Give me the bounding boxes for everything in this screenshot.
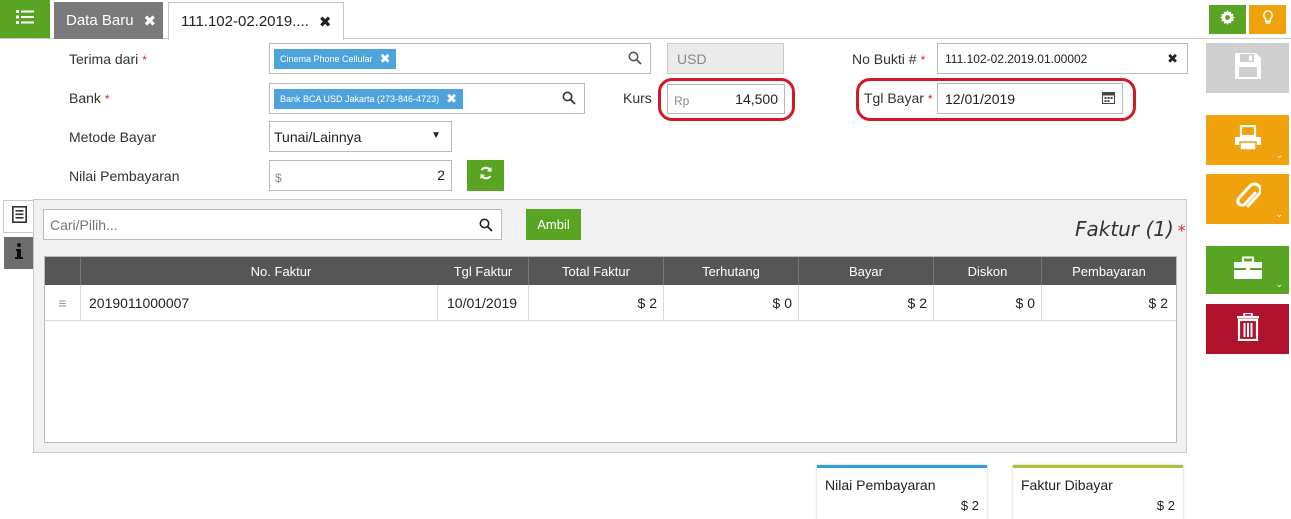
bank-field[interactable]: Bank BCA USD Jakarta (273-846-4723) ✖ (269, 83, 585, 114)
table-cell-terhutang: $ 0 (664, 285, 799, 321)
delete-button[interactable] (1206, 304, 1289, 354)
tab-label: 111.102-02.2019.... (181, 13, 309, 30)
menu-button[interactable] (0, 0, 50, 38)
summary-label: Faktur Dibayar (1021, 477, 1113, 493)
chevron-down-icon: ⌄ (1275, 150, 1283, 160)
summary-value: $ 2 (1156, 498, 1175, 513)
nilai-value: 2 (437, 167, 445, 183)
chevron-down-icon: ⌄ (1275, 279, 1283, 289)
table-cell-no-faktur[interactable]: 2019011000007 (81, 285, 438, 321)
lightbulb-icon (1262, 9, 1274, 30)
search-icon[interactable] (628, 51, 642, 70)
terima-dari-field[interactable]: Cinema Phone Cellular ✖ (269, 43, 651, 74)
column-header-bayar[interactable]: Bayar (799, 257, 934, 285)
currency-prefix: $ (275, 171, 282, 185)
tab-invoice-list[interactable] (3, 200, 34, 233)
tips-button[interactable] (1249, 5, 1286, 34)
chevron-down-icon: ⌄ (1275, 209, 1283, 219)
close-icon[interactable]: ✖ (1167, 51, 1178, 67)
document-list-icon (11, 205, 27, 228)
nilai-pembayaran-field[interactable]: $ 2 (269, 160, 452, 191)
tab-label: Data Baru (66, 12, 134, 29)
printer-icon (1233, 124, 1263, 156)
column-header-no-faktur[interactable]: No. Faktur (81, 257, 482, 285)
kurs-prefix: Rp (674, 94, 690, 108)
invoice-search-field[interactable] (43, 209, 502, 240)
table-cell-bayar[interactable]: $ 2 (799, 285, 934, 321)
table-cell-total-faktur: $ 2 (529, 285, 664, 321)
kurs-field[interactable]: Rp 14,500 (667, 84, 785, 114)
attachment-button[interactable]: ⌄ (1206, 174, 1289, 224)
bank-label: Bank * (69, 90, 110, 106)
drag-handle-icon[interactable]: ≡ (45, 285, 81, 321)
table-header-drag (45, 257, 81, 285)
close-icon[interactable]: ✖ (446, 91, 457, 107)
no-bukti-label: No Bukti # * (852, 51, 926, 67)
settings-button[interactable] (1209, 5, 1246, 34)
currency-field: USD (667, 43, 784, 74)
faktur-title: Faktur (1) * (1075, 217, 1186, 241)
ambil-button[interactable]: Ambil (526, 209, 581, 240)
table-cell-tgl-faktur: 10/01/2019 (438, 285, 529, 321)
search-icon[interactable] (479, 218, 493, 237)
terima-dari-label: Terima dari * (69, 51, 147, 67)
list-menu-icon (16, 9, 34, 30)
print-button[interactable]: ⌄ (1206, 115, 1289, 165)
save-button[interactable] (1206, 43, 1289, 93)
column-header-pembayaran[interactable]: Pembayaran (1042, 257, 1176, 285)
briefcase-button[interactable]: ⌄ (1206, 246, 1289, 294)
summary-value: $ 2 (960, 498, 979, 513)
tab-bar: Data Baru ✖ 111.102-02.2019.... ✖ (0, 0, 1291, 40)
column-header-terhutang[interactable]: Terhutang (664, 257, 799, 285)
close-icon[interactable]: ✖ (144, 12, 157, 30)
search-input[interactable] (44, 210, 464, 239)
no-bukti-field[interactable]: 111.102-02.2019.01.00002 ✖ (937, 43, 1188, 74)
chevron-down-icon: ▼ (431, 130, 441, 141)
close-icon[interactable]: ✖ (380, 51, 391, 67)
table-cell-pembayaran[interactable]: $ 2 (1042, 285, 1176, 321)
tgl-bayar-field[interactable]: 12/01/2019 (937, 83, 1123, 114)
kurs-label: Kurs (623, 90, 652, 106)
metode-bayar-select[interactable]: Tunai/Lainnya ▼ (269, 121, 452, 152)
tgl-bayar-label: Tgl Bayar * (864, 90, 933, 106)
metode-bayar-label: Metode Bayar (69, 129, 157, 145)
tab-invoice-receipt[interactable]: 111.102-02.2019.... ✖ (168, 2, 344, 40)
refresh-button[interactable] (467, 160, 504, 191)
calendar-icon[interactable] (1102, 91, 1115, 107)
table-cell-diskon[interactable]: $ 0 (934, 285, 1042, 321)
refresh-icon (479, 166, 493, 185)
info-icon (14, 242, 23, 264)
customer-tag: Cinema Phone Cellular ✖ (274, 49, 397, 69)
floppy-disk-icon (1234, 52, 1262, 85)
close-icon[interactable]: ✖ (319, 13, 332, 31)
column-header-total-faktur[interactable]: Total Faktur (529, 257, 664, 285)
summary-label: Nilai Pembayaran (825, 477, 936, 493)
invoice-table: No. Faktur Tgl Faktur Total Faktur Terhu… (44, 256, 1177, 443)
briefcase-icon (1233, 256, 1263, 285)
summary-faktur-dibayar: Faktur Dibayar $ 2 (1013, 465, 1183, 519)
kurs-value: 14,500 (735, 91, 778, 107)
search-icon[interactable] (562, 91, 576, 110)
nilai-pembayaran-label: Nilai Pembayaran (69, 168, 180, 184)
column-header-tgl-faktur[interactable]: Tgl Faktur (438, 257, 529, 285)
gear-icon (1220, 9, 1235, 30)
trash-icon (1236, 312, 1260, 346)
summary-nilai-pembayaran: Nilai Pembayaran $ 2 (817, 465, 987, 519)
paperclip-icon (1235, 182, 1262, 217)
tab-data-baru[interactable]: Data Baru ✖ (54, 2, 163, 39)
bank-tag: Bank BCA USD Jakarta (273-846-4723) ✖ (274, 89, 463, 109)
column-header-diskon[interactable]: Diskon (934, 257, 1042, 285)
tab-info[interactable] (4, 237, 33, 269)
